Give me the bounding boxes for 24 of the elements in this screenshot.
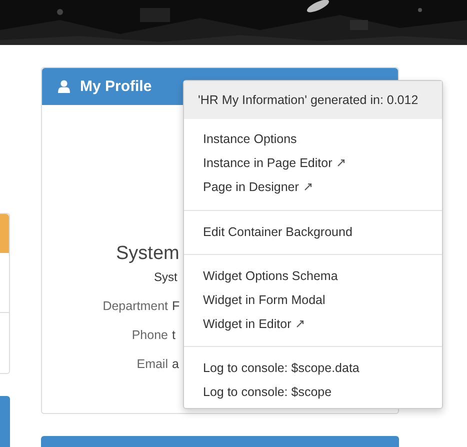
menu-item[interactable]: Widget in Form Modal <box>184 288 344 312</box>
menu-header: 'HR My Information' generated in: 0.012 <box>184 81 442 119</box>
menu-item[interactable]: Log to console: $scope <box>184 380 351 404</box>
side-card <box>0 396 10 447</box>
field-label: Phone <box>130 327 168 344</box>
field-value: F <box>172 298 180 315</box>
field-value: t <box>172 327 176 344</box>
external-link-icon <box>337 159 346 167</box>
external-link-icon <box>304 183 312 191</box>
menu-item[interactable]: Instance in Page Editor <box>184 151 354 175</box>
menu-item[interactable]: Edit Container Background <box>184 220 372 244</box>
menu-item[interactable]: Widget Options Schema <box>184 264 357 288</box>
menu-item[interactable]: Widget in Editor <box>184 312 312 336</box>
menu-item[interactable]: Log to console: $scope.data <box>184 356 378 380</box>
user-icon <box>58 80 70 93</box>
profile-subtitle: Syst <box>154 269 178 285</box>
field-label: Department <box>102 298 168 315</box>
field-label: Email <box>136 356 168 373</box>
profile-name: System <box>116 242 180 266</box>
menu-item[interactable]: Page in Designer <box>184 175 320 199</box>
card-title: My Profile <box>80 78 152 95</box>
external-link-icon <box>296 320 304 328</box>
menu-item[interactable]: Instance Options <box>184 127 316 151</box>
field-value: a <box>172 356 179 373</box>
